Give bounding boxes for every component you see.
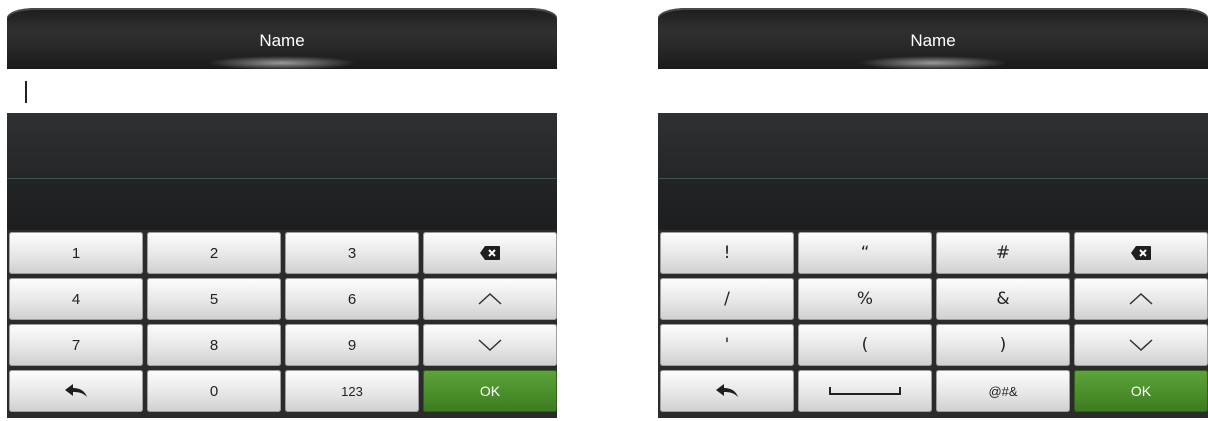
symbol-keyboard-panel: Name ! “ # / % & ' ( ) @#& OK: [658, 0, 1208, 421]
key-5[interactable]: 5: [147, 278, 281, 320]
page-up-key[interactable]: [423, 278, 557, 320]
title-glow: [858, 56, 1008, 70]
page-title: Name: [259, 31, 305, 50]
key-close-paren[interactable]: ): [936, 324, 1070, 366]
key-0[interactable]: 0: [147, 370, 281, 412]
text-cursor: [25, 81, 27, 103]
back-key[interactable]: [9, 370, 143, 412]
page-title: Name: [910, 31, 956, 50]
key-open-paren[interactable]: (: [798, 324, 932, 366]
page-down-key[interactable]: [423, 324, 557, 366]
candidate-bar-secondary: [658, 179, 1208, 230]
mode-switch-label: @#&: [988, 383, 1018, 399]
back-key[interactable]: [660, 370, 794, 412]
title-glow: [207, 56, 357, 70]
candidate-bar: [658, 113, 1208, 178]
page-down-key[interactable]: [1074, 324, 1208, 366]
title-bar: Name: [7, 8, 557, 70]
space-bar-icon: [829, 386, 901, 396]
backspace-icon: [479, 245, 501, 261]
mode-switch-key[interactable]: @#&: [936, 370, 1070, 412]
key-9[interactable]: 9: [285, 324, 419, 366]
key-2[interactable]: 2: [147, 232, 281, 274]
numeric-keyboard-panel: Name 1 2 3 4 5 6 7 8 9 0 123 OK: [7, 0, 557, 421]
key-percent[interactable]: %: [798, 278, 932, 320]
space-key[interactable]: [798, 370, 932, 412]
key-8[interactable]: 8: [147, 324, 281, 366]
chevron-down-icon: [478, 338, 502, 352]
back-arrow-icon: [715, 383, 739, 399]
key-exclamation[interactable]: !: [660, 232, 794, 274]
mode-switch-key[interactable]: 123: [285, 370, 419, 412]
mode-switch-label: 123: [341, 383, 363, 399]
keyboard: 1 2 3 4 5 6 7 8 9 0 123 OK: [7, 230, 557, 418]
key-hash[interactable]: #: [936, 232, 1070, 274]
page-up-key[interactable]: [1074, 278, 1208, 320]
ok-button[interactable]: OK: [1074, 370, 1208, 412]
backspace-icon: [1130, 245, 1152, 261]
backspace-key[interactable]: [1074, 232, 1208, 274]
chevron-up-icon: [1129, 292, 1153, 306]
key-7[interactable]: 7: [9, 324, 143, 366]
key-1[interactable]: 1: [9, 232, 143, 274]
candidate-bar-secondary: [7, 179, 557, 230]
key-ampersand[interactable]: &: [936, 278, 1070, 320]
chevron-down-icon: [1129, 338, 1153, 352]
candidate-bar: [7, 113, 557, 178]
key-4[interactable]: 4: [9, 278, 143, 320]
key-6[interactable]: 6: [285, 278, 419, 320]
name-input[interactable]: [658, 69, 1208, 113]
ok-button[interactable]: OK: [423, 370, 557, 412]
chevron-up-icon: [478, 292, 502, 306]
name-input[interactable]: [7, 69, 557, 113]
key-3[interactable]: 3: [285, 232, 419, 274]
keyboard: ! “ # / % & ' ( ) @#& OK: [658, 230, 1208, 418]
key-slash[interactable]: /: [660, 278, 794, 320]
key-apostrophe[interactable]: ': [660, 324, 794, 366]
backspace-key[interactable]: [423, 232, 557, 274]
back-arrow-icon: [64, 383, 88, 399]
key-quote[interactable]: “: [798, 232, 932, 274]
title-bar: Name: [658, 8, 1208, 70]
